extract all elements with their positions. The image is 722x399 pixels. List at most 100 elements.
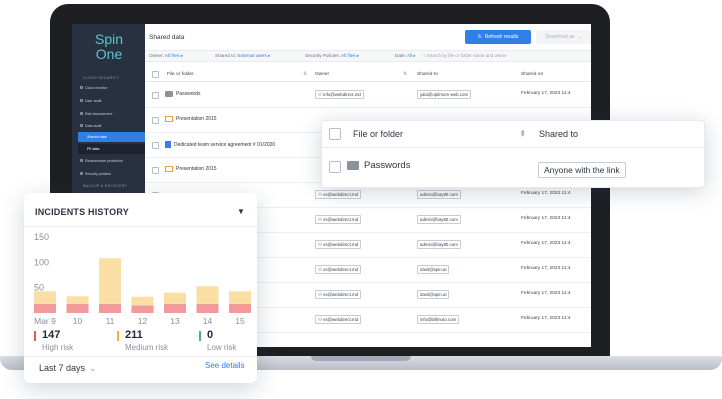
page-title: Shared data [149,34,185,41]
sort-icon[interactable]: ⇅ [403,72,407,77]
refresh-label: Refresh results [484,34,519,40]
popup-row[interactable]: Passwords Anyone with the link [322,148,706,189]
file-name[interactable]: Passwords [165,91,200,97]
data-icon [80,124,83,127]
bar-medium-risk[interactable] [164,292,186,304]
chevron-down-icon: ⌄ [89,363,97,373]
download-as-button[interactable]: Download as ⌄ [536,30,591,44]
col-shared-to[interactable]: Shared to [417,72,438,77]
popup-file-label: Passwords [364,160,411,171]
spinone-logo[interactable]: Spin One [86,32,132,62]
bar-high-risk[interactable] [164,303,186,313]
low-risk-count: 0 [207,329,214,341]
refresh-icon: ↻ [477,34,482,40]
shared-to-tag: davit@spin.ai [417,290,450,299]
sidebar-sub-shared-data[interactable]: Shared data [78,132,145,142]
col-owner[interactable]: Owner [315,72,329,77]
filter-security-policies[interactable]: Security Policies: All files ▸ [305,53,359,59]
sidebar-item-data-audit[interactable]: Data audit [80,121,101,130]
bar-high-risk[interactable] [99,303,121,313]
file-name[interactable]: Presentation 2015 [165,166,217,172]
select-all-checkbox[interactable] [152,71,159,78]
filter-shared-label: Shared to: [215,53,237,58]
popup-col-shared[interactable]: Shared to [539,129,578,139]
filter-owner-value: All files [164,53,180,58]
bar-medium-risk[interactable] [66,296,89,304]
period-label: Last 7 days [39,363,86,373]
x-tick-label: 14 [203,316,213,326]
presentation-icon [165,166,173,172]
filter-date[interactable]: Date: All ▸ [395,53,416,59]
sidebar-item-label: Security policies [85,171,111,176]
col-file[interactable]: File or folder [167,72,194,77]
sidebar-item-security-policies[interactable]: Security policies [80,169,111,178]
bar-medium-risk[interactable] [99,258,121,304]
bar-high-risk[interactable] [66,303,89,313]
file-label: Dedicated team service agreement # 01/20… [174,141,276,148]
owner-email: vs@webdirect.md [323,292,359,297]
bar-medium-risk[interactable] [229,291,251,304]
shared-on-date: February 17, 2023 11:4 [521,191,571,196]
table-row[interactable]: Passwords ⚇ info@webdirect.md julia@optimu… [145,83,591,108]
filter-owner[interactable]: Owner: All files ▸ [149,53,183,59]
sidebar-item-user-audit[interactable]: User audit [80,96,101,105]
search-icon: ⌕ [423,53,426,58]
divider [24,226,257,227]
shield-icon [80,159,83,162]
row-checkbox[interactable] [152,117,159,124]
row-checkbox[interactable] [152,142,159,149]
bar-high-risk[interactable] [34,303,56,313]
owner-tag: ⚇ info@webdirect.md [315,90,364,99]
y-tick-label: 150 [34,232,49,242]
sidebar-item-label: Risk Assessment [85,111,113,116]
row-checkbox[interactable] [152,92,159,99]
risk-icon [80,112,83,115]
file-name[interactable]: Dedicated team service agreement # 01/20… [165,141,275,148]
popup-col-file[interactable]: File or folder [353,129,403,139]
see-details-link[interactable]: See details [205,361,245,370]
sort-icon[interactable]: ▴ ▾ [521,128,525,139]
sidebar-section-backup: BACKUP & RECOVERY [83,184,128,188]
sort-icon[interactable]: ⇅ [303,72,307,77]
owner-tag: ⚇ vs@webdirect.md [315,315,362,324]
sidebar-item-risk-assessment[interactable]: Risk Assessment [80,109,112,118]
row-checkbox[interactable] [152,167,159,174]
sidebar-sub-pii-data[interactable]: PII data [78,144,145,154]
x-tick-label: 13 [170,316,180,326]
shared-on-date: February 17, 2023 11:4 [521,241,571,246]
bar-medium-risk[interactable] [34,291,56,304]
file-name[interactable]: Presentation 2015 [165,116,217,122]
shared-to-tag: admin@bay80.com [417,240,461,249]
x-tick-label: 12 [138,316,148,326]
medium-risk-marker [117,331,119,341]
bar-medium-risk[interactable] [131,296,154,306]
sidebar-item-label: Data audit [85,123,102,128]
shared-on-date: February 17, 2023 11:4 [521,91,571,96]
col-shared-on[interactable]: Shared on [521,72,543,77]
bar-medium-risk[interactable] [196,286,219,304]
search-input[interactable]: ⌕ Search by file or folder name and owne… [423,53,507,58]
filter-policies-value: All files [341,53,356,58]
caret-right-icon: ▸ [180,53,183,58]
file-label: Presentation 2015 [176,116,217,122]
sidebar-item-ransomware[interactable]: Ransomware protection [80,156,123,165]
x-tick-label: 10 [73,316,83,326]
caret-down-icon[interactable]: ▼ [237,207,245,216]
bar-high-risk[interactable] [229,303,251,313]
shared-on-date: February 17, 2023 11:4 [521,291,571,296]
shared-on-date: February 17, 2023 11:4 [521,316,571,321]
logo-line1: Spin [94,31,124,47]
popup-row-checkbox[interactable] [329,161,341,173]
period-select[interactable]: Last 7 days ⌄ [39,363,97,374]
bar-high-risk[interactable] [196,303,219,313]
filter-shared-to[interactable]: Shared to: External users ▸ [215,53,270,59]
bar-high-risk[interactable] [131,305,154,313]
file-label: Presentation 2015 [176,166,217,172]
owner-email: vs@webdirect.md [323,317,359,322]
low-risk-marker [199,331,201,341]
popup-select-all-checkbox[interactable] [329,128,341,140]
popup-shared-tag: Anyone with the link [538,162,626,178]
sidebar-item-cloud-monitor[interactable]: Cloud monitor [80,83,107,92]
high-risk-marker [34,331,36,341]
refresh-results-button[interactable]: ↻ Refresh results [465,30,531,44]
